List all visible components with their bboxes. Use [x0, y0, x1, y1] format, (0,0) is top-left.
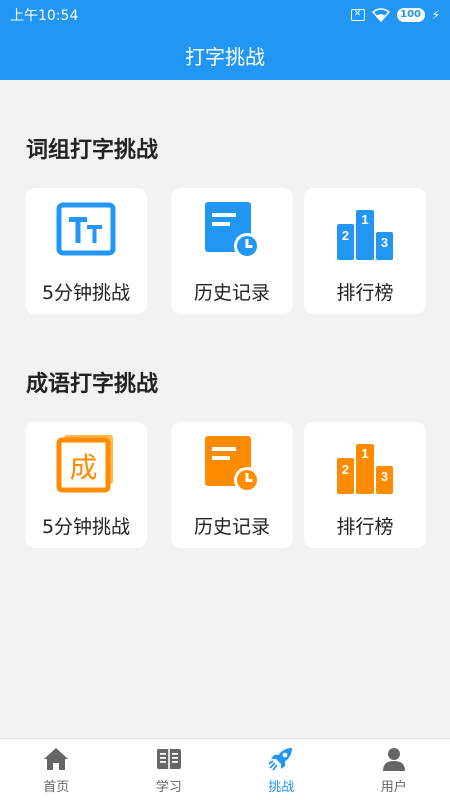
app-bar: 打字挑战 [0, 30, 450, 80]
status-bar: 上午10:54 ✕ 100 ⚡ [0, 0, 450, 30]
home-icon [44, 748, 69, 770]
status-time: 上午10:54 [10, 8, 79, 24]
card-label: 5分钟挑战 [41, 516, 131, 538]
phrase-leaderboard-card[interactable]: 2 1 3 排行榜 [304, 188, 426, 314]
podium-number-2: 2 [342, 228, 349, 243]
charging-icon: ⚡ [431, 8, 440, 22]
tab-label: 挑战 [268, 780, 295, 795]
page-title: 打字挑战 [185, 44, 265, 69]
no-sim-icon: ✕ [350, 9, 365, 21]
status-icons: ✕ 100 ⚡ [350, 8, 440, 22]
card-label: 排行榜 [336, 516, 394, 538]
idiom-leaderboard-card[interactable]: 2 1 3 排行榜 [304, 422, 426, 548]
podium-number-1: 1 [361, 212, 368, 227]
tt-text-icon [56, 202, 116, 256]
tab-challenge[interactable]: 挑战 [225, 739, 338, 800]
podium-icon: 2 1 3 [337, 210, 393, 260]
podium-number-2: 2 [342, 462, 349, 477]
rocket-icon [268, 748, 293, 771]
cheng-char: 成 [69, 451, 97, 484]
book-icon [156, 749, 181, 769]
podium-number-3: 3 [381, 469, 388, 484]
card-label: 历史记录 [193, 282, 270, 304]
history-icon [205, 202, 260, 259]
tab-home[interactable]: 首页 [0, 739, 113, 800]
tab-label: 学习 [155, 780, 182, 795]
podium-icon: 2 1 3 [337, 444, 393, 494]
card-label: 历史记录 [193, 516, 270, 538]
history-icon [205, 436, 260, 493]
section-title-idiom: 成语打字挑战 [26, 372, 159, 397]
battery-indicator: 100 [396, 8, 425, 22]
phrase-history-card[interactable]: 历史记录 [171, 188, 293, 314]
tab-label: 首页 [43, 780, 70, 795]
section-title-phrase: 词组打字挑战 [26, 138, 159, 163]
tab-label: 用户 [380, 780, 407, 795]
tab-study[interactable]: 学习 [113, 739, 226, 800]
idiom-5min-challenge-card[interactable]: 成 5分钟挑战 [25, 422, 147, 548]
user-icon [382, 748, 405, 771]
tab-user[interactable]: 用户 [338, 739, 450, 800]
podium-number-1: 1 [361, 446, 368, 461]
cheng-char-icon: 成 [56, 435, 113, 493]
phrase-5min-challenge-card[interactable]: 5分钟挑战 [25, 188, 147, 314]
podium-number-3: 3 [381, 235, 388, 250]
card-label: 排行榜 [336, 282, 394, 304]
bottom-tab-bar: 首页 学习 挑战 用户 [0, 738, 450, 800]
card-label: 5分钟挑战 [41, 282, 131, 304]
idiom-history-card[interactable]: 历史记录 [171, 422, 293, 548]
wifi-icon [371, 8, 390, 22]
